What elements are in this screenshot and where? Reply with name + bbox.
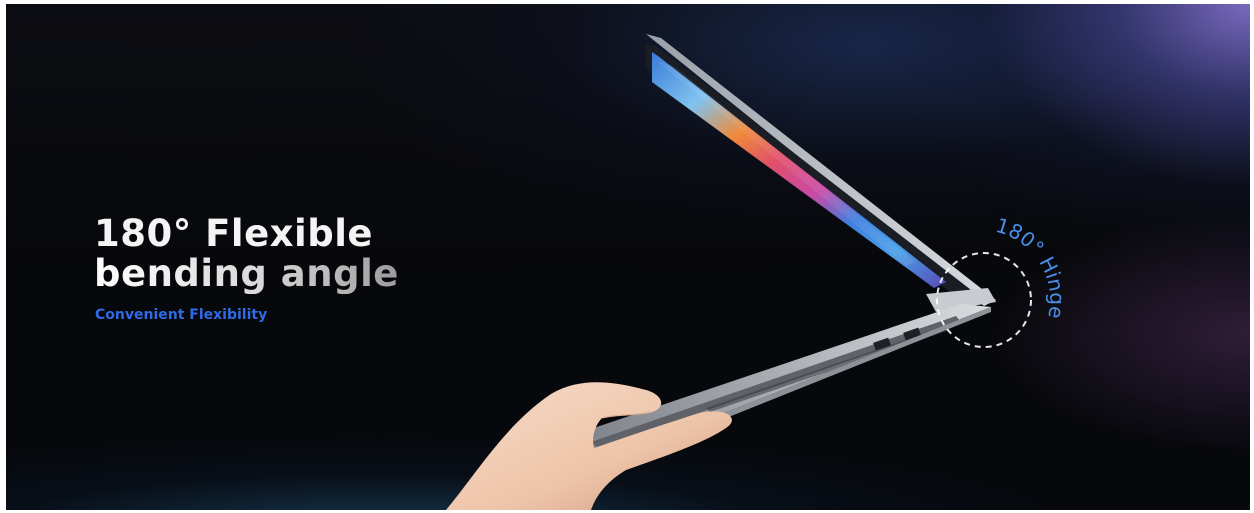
laptop-lid (646, 34, 996, 306)
headline-line-1: 180° Flexible (94, 212, 373, 255)
page-frame: 180° Hinge 180° Flexible bending angle C… (0, 0, 1254, 513)
hero-banner: 180° Hinge 180° Flexible bending angle C… (6, 4, 1250, 510)
headline-line-2: bending angle (94, 252, 399, 295)
subheadline: Convenient Flexibility (95, 307, 268, 323)
headline: 180° Flexible bending angle (94, 214, 399, 294)
